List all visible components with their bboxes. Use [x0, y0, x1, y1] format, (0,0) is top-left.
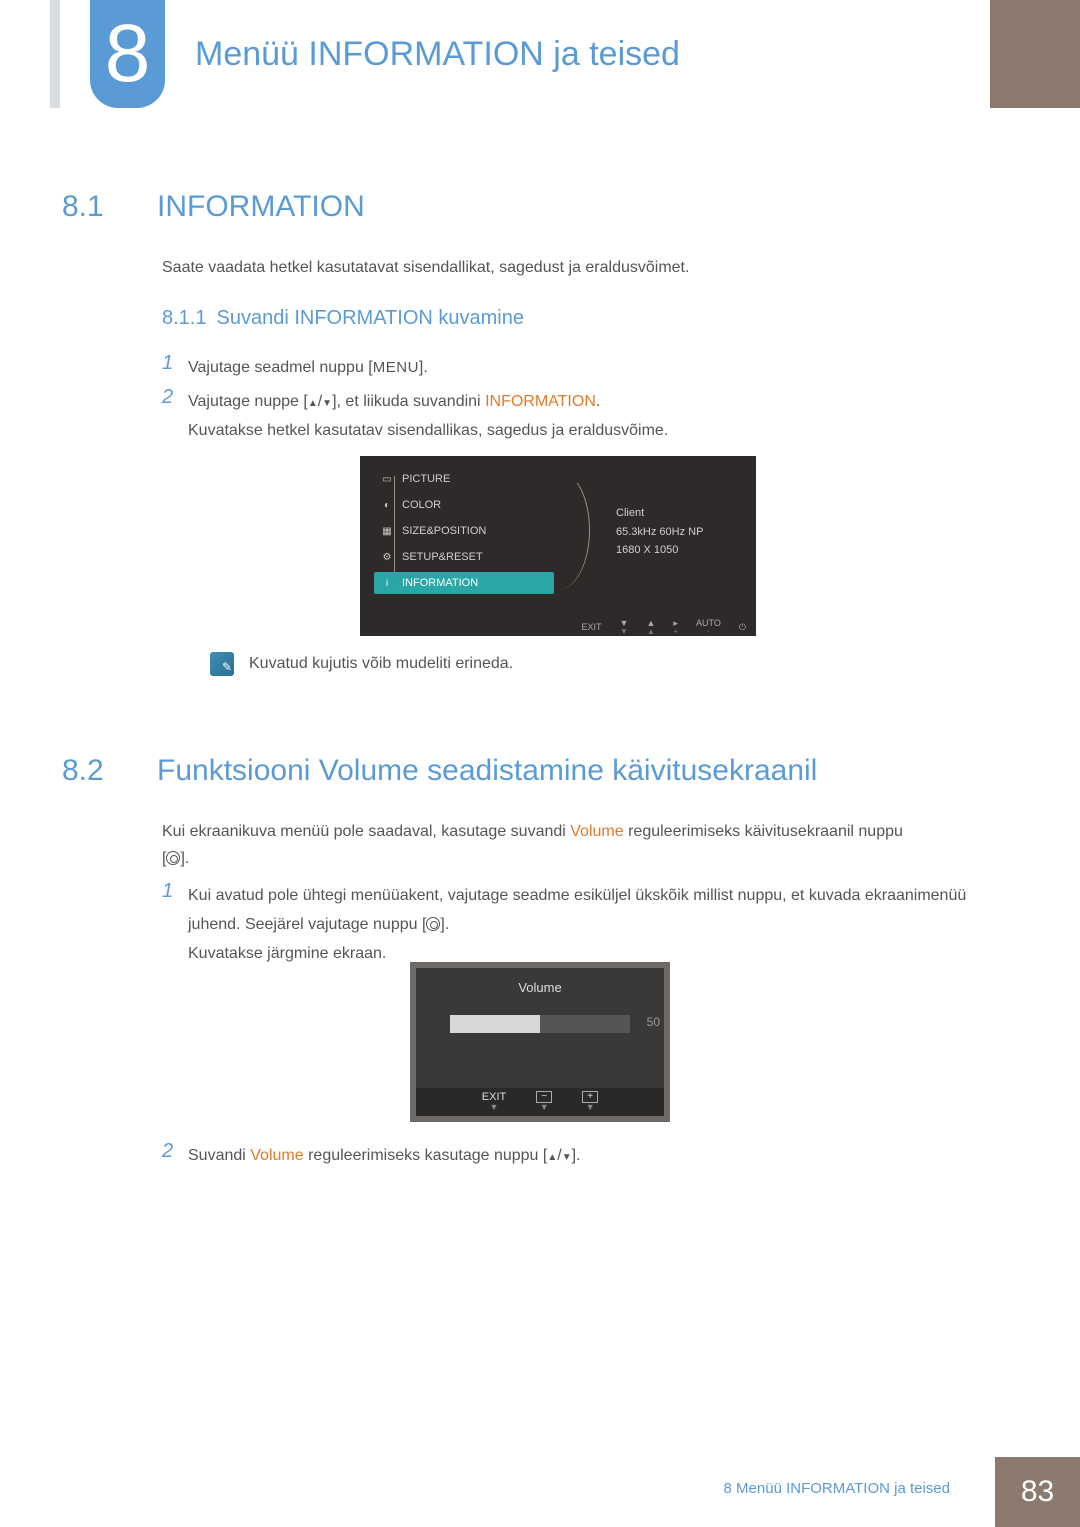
osd-information-screenshot: ▭PICTURE ◐COLOR ▦SIZE&POSITION ⚙SETUP&RE… — [360, 456, 756, 636]
osd-curve — [550, 470, 590, 590]
step-2-text: Vajutage nuppe [/], et liikuda suvandini… — [188, 388, 1000, 446]
triangle-up-icon — [547, 1147, 557, 1164]
osd-volume-bar: 50 — [450, 1015, 630, 1033]
step-2b-text: Suvandi Volume reguleerimiseks kasutage … — [188, 1142, 1000, 1171]
info-icon: i — [380, 576, 394, 590]
circle-button-icon — [426, 917, 440, 931]
section-title: INFORMATION — [157, 190, 365, 223]
step-number-1: 1 — [162, 352, 173, 375]
section-8-2-intro: Kui ekraanikuva menüü pole saadaval, kas… — [162, 818, 1000, 872]
triangle-down-icon — [562, 1147, 572, 1164]
osd-menu-picture: ▭PICTURE — [374, 468, 554, 490]
picture-icon: ▭ — [380, 472, 394, 486]
section-8-1-heading: 8.1INFORMATION — [62, 190, 365, 224]
subsection-8-1-1-heading: 8.1.1 Suvandi INFORMATION kuvamine — [162, 307, 524, 330]
step-number-1b: 1 — [162, 880, 173, 903]
osd-menu-information: iINFORMATION — [374, 572, 554, 594]
section-number: 8.2 — [62, 754, 157, 788]
osd2-exit: EXIT▼ — [482, 1091, 506, 1113]
osd2-plus: +▼ — [582, 1091, 598, 1113]
osd-volume-value: 50 — [647, 1015, 660, 1029]
osd-menu-size-position: ▦SIZE&POSITION — [374, 520, 554, 542]
step-1b-text: Kui avatud pole ühtegi menüüakent, vajut… — [188, 882, 1000, 968]
osd-volume-fill — [450, 1015, 540, 1033]
chapter-badge: 8 — [90, 0, 165, 108]
osd-enter-icon: ▸+ — [673, 619, 678, 636]
section-number: 8.1 — [62, 190, 157, 224]
subsection-title: Suvandi INFORMATION kuvamine — [216, 307, 524, 329]
osd-volume-screenshot: Volume 50 EXIT▼ −▼ +▼ — [410, 962, 670, 1122]
menu-key: MENU — [373, 359, 419, 376]
chapter-title: Menüü INFORMATION ja teised — [195, 35, 680, 74]
osd-menu-color: ◐COLOR — [374, 494, 554, 516]
osd-power-icon: ⏻ — [739, 623, 746, 632]
osd2-minus: −▼ — [536, 1091, 552, 1113]
triangle-up-icon — [308, 393, 318, 410]
osd-auto-label: AUTO- — [696, 619, 721, 636]
section-8-2-heading: 8.2Funktsiooni Volume seadistamine käivi… — [62, 754, 817, 788]
step-1-text: Vajutage seadmel nuppu [MENU]. — [188, 354, 1000, 383]
color-icon: ◐ — [380, 498, 394, 512]
osd-info-panel: Client 65.3kHz 60Hz NP 1680 X 1050 — [616, 504, 703, 560]
subsection-number: 8.1.1 — [162, 307, 206, 330]
osd-volume-title: Volume — [416, 968, 664, 995]
osd-down-icon: ▼▼ — [620, 619, 629, 636]
header-stripe — [50, 0, 60, 108]
section-8-1-intro: Saate vaadata hetkel kasutatavat sisenda… — [162, 254, 1000, 281]
setup-icon: ⚙ — [380, 550, 394, 564]
triangle-down-icon — [322, 393, 332, 410]
osd-up-icon: ▲▲ — [646, 619, 655, 636]
keyword-volume: Volume — [250, 1147, 303, 1164]
note-row: ✎ Kuvatud kujutis võib mudeliti erineda. — [210, 652, 513, 676]
size-icon: ▦ — [380, 524, 394, 538]
note-text: Kuvatud kujutis võib mudeliti erineda. — [249, 655, 513, 673]
osd-footer: EXIT ▼▼ ▲▲ ▸+ AUTO- ⏻ — [360, 618, 756, 636]
note-icon: ✎ — [210, 652, 234, 676]
footer-chapter-text: 8 Menüü INFORMATION ja teised — [724, 1480, 950, 1497]
keyword-information: INFORMATION — [485, 393, 596, 410]
circle-button-icon — [166, 851, 180, 865]
header-band — [990, 0, 1080, 108]
section-title: Funktsiooni Volume seadistamine käivitus… — [157, 754, 817, 787]
osd-menu-list: ▭PICTURE ◐COLOR ▦SIZE&POSITION ⚙SETUP&RE… — [374, 468, 554, 598]
step-number-2b: 2 — [162, 1140, 173, 1163]
osd2-footer: EXIT▼ −▼ +▼ — [416, 1088, 664, 1116]
step-number-2: 2 — [162, 386, 173, 409]
footer-page-number: 83 — [995, 1457, 1080, 1527]
osd-menu-setup-reset: ⚙SETUP&RESET — [374, 546, 554, 568]
keyword-volume: Volume — [570, 823, 623, 840]
osd-exit-label: EXIT — [582, 623, 602, 632]
